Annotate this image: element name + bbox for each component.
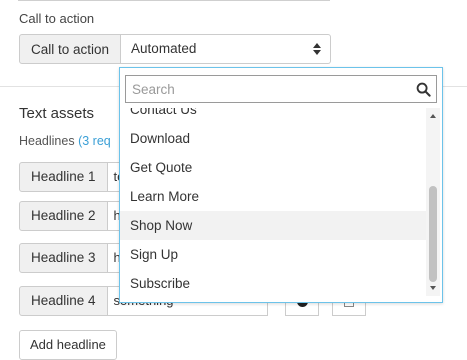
- cta-select[interactable]: Automated: [121, 34, 332, 64]
- headline-label: Headline 3: [19, 243, 108, 273]
- dropdown-option[interactable]: Contact Us: [120, 108, 426, 124]
- select-arrows-icon: [313, 43, 322, 55]
- headlines-label-text: Headlines: [19, 134, 75, 148]
- dropdown-option[interactable]: Download: [120, 124, 426, 153]
- dropdown-option[interactable]: Get Quote: [120, 153, 426, 182]
- headline-label: Headline 1: [19, 162, 108, 192]
- dropdown-option[interactable]: Subscribe: [120, 269, 426, 296]
- scroll-down-icon[interactable]: [430, 286, 436, 290]
- headlines-requirement-link[interactable]: (3 req: [78, 134, 111, 148]
- text-assets-title: Text assets: [19, 105, 95, 122]
- cta-addon-label: Call to action: [19, 34, 122, 64]
- add-headline-button[interactable]: Add headline: [19, 330, 117, 360]
- headline-label: Headline 4: [19, 286, 108, 316]
- dropdown-search: [125, 75, 437, 103]
- cta-field-group: Call to action Automated: [19, 34, 332, 64]
- search-input[interactable]: [126, 76, 418, 102]
- top-divider: [18, 0, 330, 1]
- dropdown-option-hovered[interactable]: Shop Now: [120, 211, 426, 240]
- scroll-up-icon[interactable]: [430, 114, 436, 118]
- dropdown-option[interactable]: Sign Up: [120, 240, 426, 269]
- scrollbar-thumb[interactable]: [429, 186, 437, 282]
- cta-dropdown-menu: Contact Us Download Get Quote Learn More…: [119, 67, 443, 303]
- dropdown-list: Contact Us Download Get Quote Learn More…: [120, 108, 426, 296]
- headline-label: Headline 2: [19, 201, 108, 231]
- cta-section-label: Call to action: [19, 11, 95, 26]
- dropdown-scrollbar[interactable]: [426, 108, 440, 296]
- search-icon: [416, 82, 431, 97]
- cta-select-value: Automated: [131, 41, 197, 56]
- dropdown-option[interactable]: Learn More: [120, 182, 426, 211]
- headlines-label: Headlines (3 req: [19, 134, 111, 148]
